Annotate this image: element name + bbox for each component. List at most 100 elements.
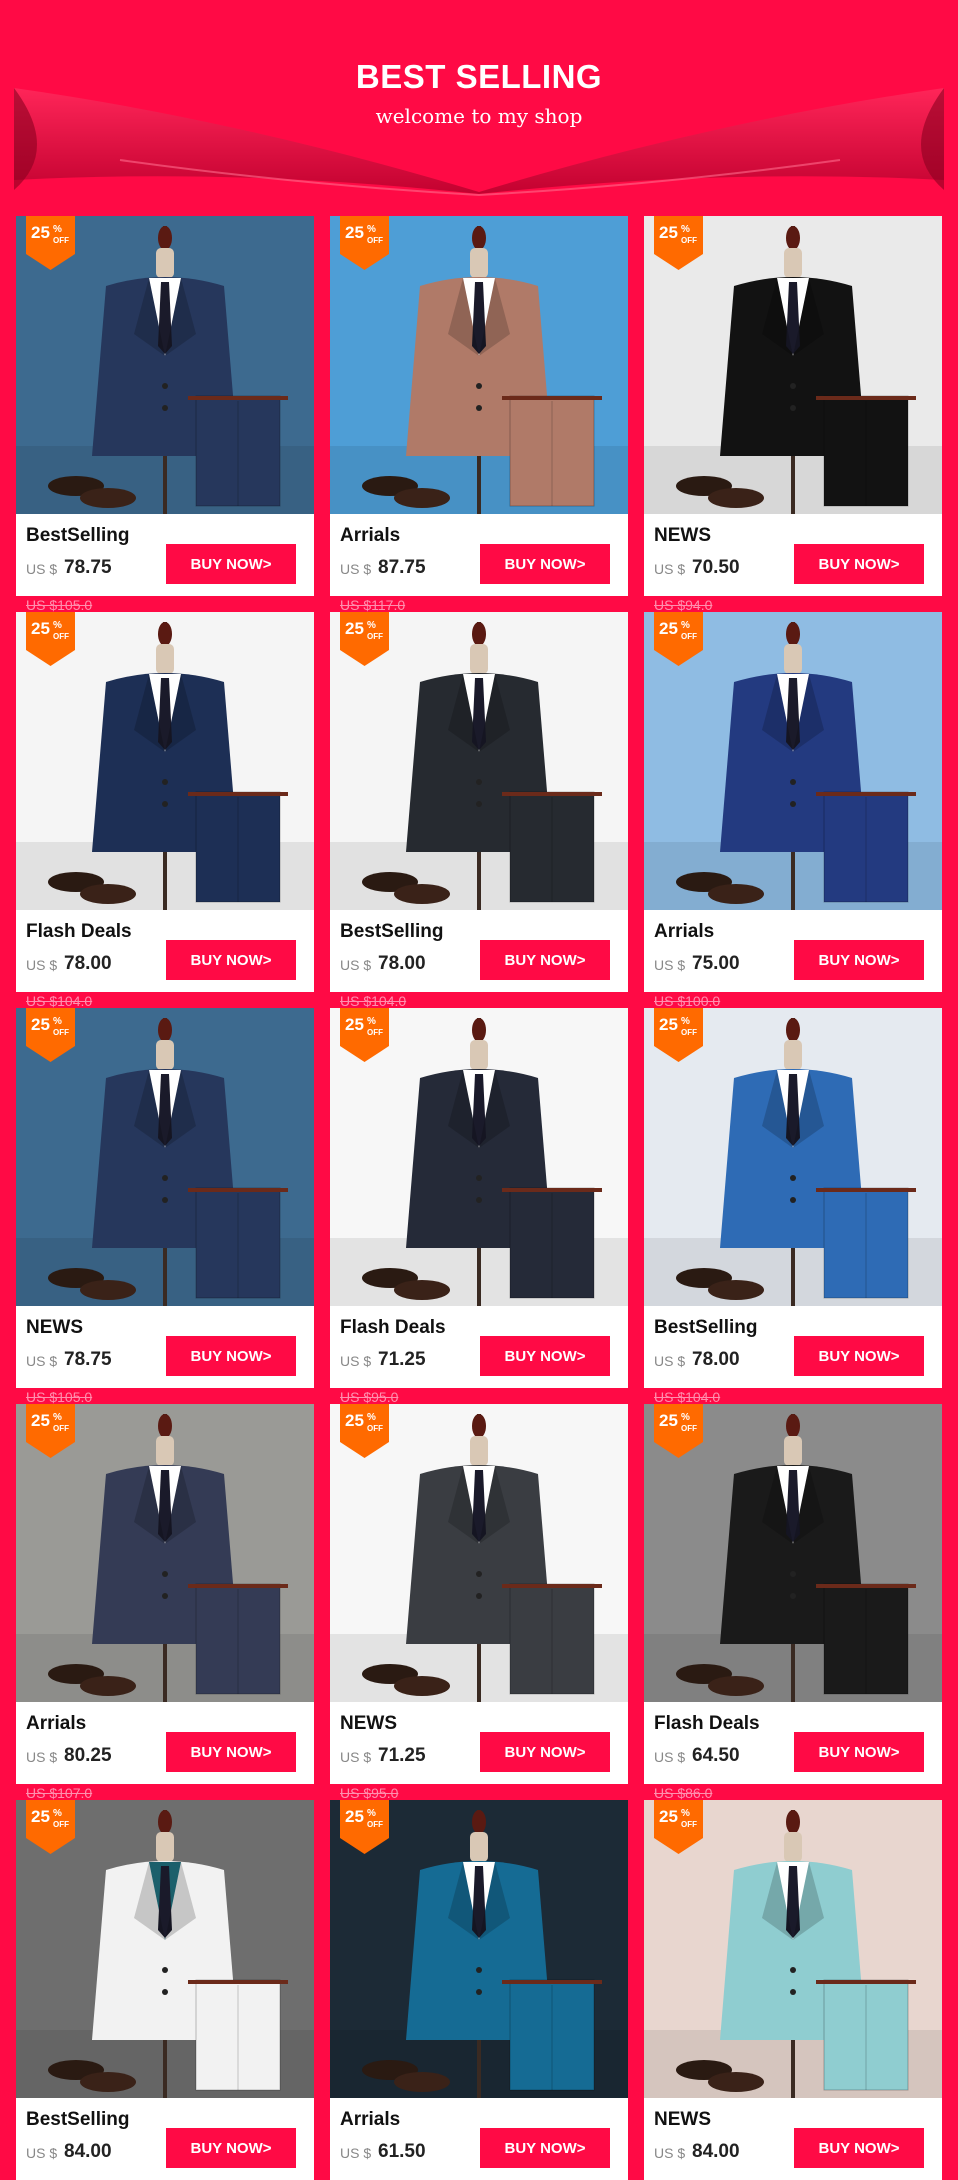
product-card[interactable]: 25 % OFF Flash Deals US $ 71.25 BUY NOW> <box>330 1008 628 1388</box>
badge-percent: % <box>53 1016 62 1027</box>
badge-off: OFF <box>681 236 697 245</box>
badge-discount: 25 <box>659 1411 678 1430</box>
product-card[interactable]: 25 % OFF BestSelling US $ 78.00 BUY NOW> <box>644 1008 942 1388</box>
buy-now-button[interactable]: BUY NOW> <box>166 940 296 980</box>
product-title[interactable]: NEWS <box>340 1713 397 1735</box>
discount-badge: 25 % OFF <box>654 1800 703 1854</box>
buy-now-button[interactable]: BUY NOW> <box>480 1732 610 1772</box>
product-card[interactable]: 25 % OFF Arrials US $ 75.00 BUY NOW> <box>644 612 942 992</box>
buy-now-button[interactable]: BUY NOW> <box>480 1336 610 1376</box>
original-price: US $104.0 <box>340 993 407 1009</box>
page-subtitle: welcome to my shop <box>375 104 583 128</box>
product-card[interactable]: 25 % OFF NEWS US $ 78.75 BUY NOW> <box>16 1008 314 1388</box>
discount-badge: 25 % OFF <box>340 1404 389 1458</box>
original-price: US $105.0 <box>26 1389 93 1405</box>
product-title[interactable]: Flash Deals <box>340 1317 446 1339</box>
currency-label: US $ <box>26 561 58 577</box>
product-card[interactable]: 25 % OFF Arrials US $ 61.50 BUY NOW> <box>330 1800 628 2180</box>
badge-percent: % <box>681 1016 690 1027</box>
product-price: 78.00 <box>692 1349 740 1370</box>
product-title[interactable]: NEWS <box>654 525 711 547</box>
badge-off: OFF <box>53 1820 69 1829</box>
original-price: US $105.0 <box>26 597 93 613</box>
product-title[interactable]: Arrials <box>654 921 714 943</box>
buy-now-button[interactable]: BUY NOW> <box>794 544 924 584</box>
product-card[interactable]: 25 % OFF Flash Deals US $ 64.50 BUY NOW> <box>644 1404 942 1784</box>
buy-now-button[interactable]: BUY NOW> <box>166 2128 296 2168</box>
discount-badge: 25 % OFF <box>654 1008 703 1062</box>
product-card[interactable]: 25 % OFF BestSelling US $ 78.75 BUY NOW> <box>16 216 314 596</box>
buy-now-button[interactable]: BUY NOW> <box>480 544 610 584</box>
product-card[interactable]: 25 % OFF BestSelling US $ 78.00 BUY NOW> <box>330 612 628 992</box>
product-card[interactable]: 25 % OFF NEWS US $ 70.50 BUY NOW> <box>644 216 942 596</box>
product-card[interactable]: 25 % OFF BestSelling US $ 84.00 BUY NOW> <box>16 1800 314 2180</box>
badge-discount: 25 <box>345 619 364 638</box>
discount-badge: 25 % OFF <box>340 612 389 666</box>
badge-off: OFF <box>681 1424 697 1433</box>
discount-badge: 25 % OFF <box>340 216 389 270</box>
original-price: US $95.0 <box>340 1389 399 1405</box>
currency-label: US $ <box>26 1749 58 1765</box>
product-card[interactable]: 25 % OFF Arrials US $ 80.25 BUY NOW> <box>16 1404 314 1784</box>
discount-badge: 25 % OFF <box>26 612 75 666</box>
product-title[interactable]: NEWS <box>654 2109 711 2131</box>
product-card[interactable]: 25 % OFF NEWS US $ 84.00 BUY NOW> <box>644 1800 942 2180</box>
buy-now-button[interactable]: BUY NOW> <box>166 1336 296 1376</box>
original-price: US $94.0 <box>654 597 713 613</box>
product-price: 70.50 <box>692 557 740 578</box>
badge-off: OFF <box>53 632 69 641</box>
currency-label: US $ <box>26 2145 58 2161</box>
currency-label: US $ <box>340 957 372 973</box>
product-card[interactable]: 25 % OFF Flash Deals US $ 78.00 BUY NOW> <box>16 612 314 992</box>
currency-label: US $ <box>654 561 686 577</box>
original-price: US $86.0 <box>654 1785 713 1801</box>
product-card[interactable]: 25 % OFF NEWS US $ 71.25 BUY NOW> <box>330 1404 628 1784</box>
discount-badge: 25 % OFF <box>26 1404 75 1458</box>
buy-now-button[interactable]: BUY NOW> <box>794 1732 924 1772</box>
buy-now-button[interactable]: BUY NOW> <box>794 1336 924 1376</box>
original-price: US $117.0 <box>340 597 406 613</box>
badge-percent: % <box>53 620 62 631</box>
product-card[interactable]: 25 % OFF Arrials US $ 87.75 BUY NOW> <box>330 216 628 596</box>
product-price: 84.00 <box>64 2141 112 2162</box>
discount-badge: 25 % OFF <box>26 1008 75 1062</box>
buy-now-button[interactable]: BUY NOW> <box>794 2128 924 2168</box>
product-price: 71.25 <box>378 1349 426 1370</box>
currency-label: US $ <box>654 2145 686 2161</box>
buy-now-button[interactable]: BUY NOW> <box>480 940 610 980</box>
product-title[interactable]: NEWS <box>26 1317 83 1339</box>
buy-now-button[interactable]: BUY NOW> <box>166 1732 296 1772</box>
product-title[interactable]: Arrials <box>340 525 400 547</box>
product-title[interactable]: Flash Deals <box>654 1713 760 1735</box>
product-title[interactable]: BestSelling <box>26 2109 129 2131</box>
badge-off: OFF <box>367 236 383 245</box>
discount-badge: 25 % OFF <box>654 612 703 666</box>
badge-discount: 25 <box>31 619 50 638</box>
buy-now-button[interactable]: BUY NOW> <box>166 544 296 584</box>
product-title[interactable]: BestSelling <box>654 1317 757 1339</box>
currency-label: US $ <box>340 2145 372 2161</box>
badge-off: OFF <box>53 1424 69 1433</box>
badge-discount: 25 <box>659 1015 678 1034</box>
badge-percent: % <box>367 620 376 631</box>
buy-now-button[interactable]: BUY NOW> <box>794 940 924 980</box>
product-price: 80.25 <box>64 1745 112 1766</box>
badge-off: OFF <box>367 1424 383 1433</box>
badge-off: OFF <box>367 632 383 641</box>
product-title[interactable]: Arrials <box>26 1713 86 1735</box>
badge-discount: 25 <box>345 223 364 242</box>
currency-label: US $ <box>340 561 372 577</box>
buy-now-button[interactable]: BUY NOW> <box>480 2128 610 2168</box>
product-price: 71.25 <box>378 1745 426 1766</box>
discount-badge: 25 % OFF <box>340 1008 389 1062</box>
product-price: 75.00 <box>692 953 740 974</box>
product-title[interactable]: Flash Deals <box>26 921 132 943</box>
product-price: 64.50 <box>692 1745 740 1766</box>
product-price: 78.00 <box>378 953 426 974</box>
product-title[interactable]: Arrials <box>340 2109 400 2131</box>
badge-off: OFF <box>367 1028 383 1037</box>
badge-off: OFF <box>367 1820 383 1829</box>
product-title[interactable]: BestSelling <box>340 921 443 943</box>
product-title[interactable]: BestSelling <box>26 525 129 547</box>
product-price: 78.75 <box>64 1349 112 1370</box>
